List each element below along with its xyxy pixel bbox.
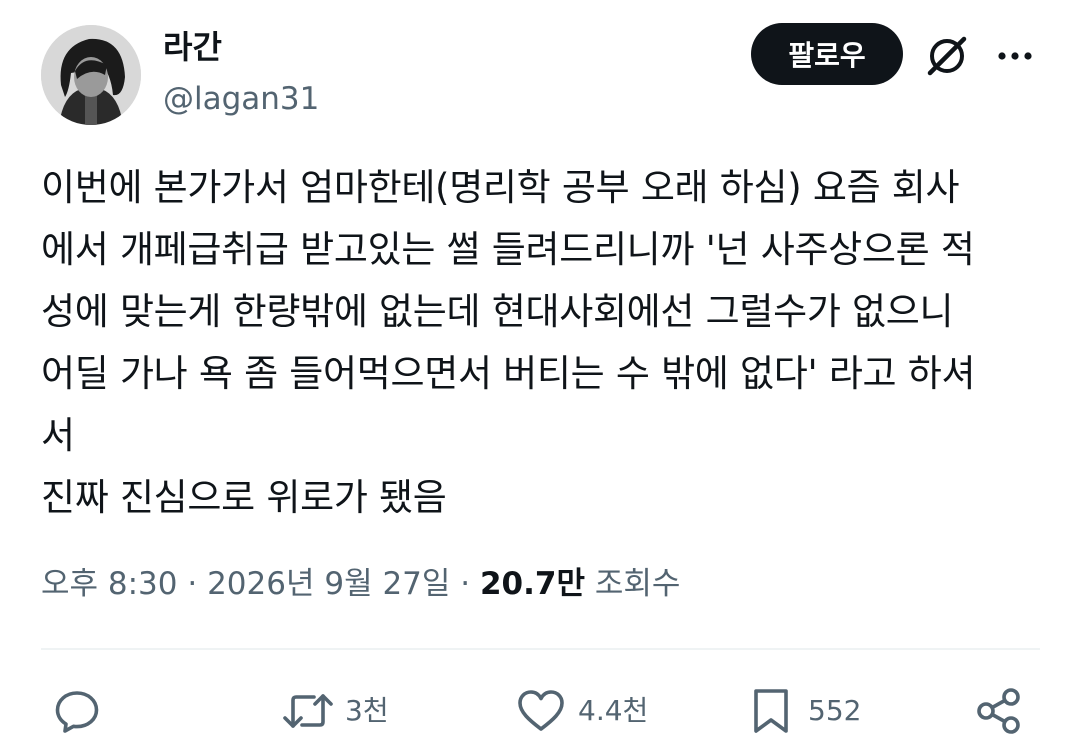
tweet-text: 이번에 본가가서 엄마한테(명리학 공부 오래 하심) 요즘 회사 에서 개페급… bbox=[41, 157, 1041, 529]
follow-button[interactable]: 팔로우 bbox=[751, 23, 903, 85]
reply-icon bbox=[55, 691, 99, 733]
views-label: 조회수 bbox=[594, 566, 681, 602]
share-icon bbox=[977, 688, 1020, 734]
tweet-text-line: 어딜 가나 욕 좀 들어먹으면서 버티는 수 밖에 없다' 라고 하셔 bbox=[41, 352, 976, 395]
tweet-metadata: 오후 8:30 · 2026년 9월 27일 · 20.7만 조회수 bbox=[41, 560, 680, 608]
grok-icon[interactable] bbox=[922, 31, 972, 81]
tweet-date[interactable]: 2026년 9월 27일 bbox=[207, 566, 450, 602]
tweet-text-line: 서 bbox=[41, 414, 75, 457]
views-count: 20.7만 bbox=[479, 566, 585, 602]
tweet-text-line: 성에 맞는게 한량밖에 없는데 현대사회에선 그럴수가 없으니 bbox=[41, 290, 954, 333]
bookmark-icon bbox=[754, 689, 788, 733]
retweet-icon bbox=[283, 694, 333, 728]
reply-button[interactable] bbox=[52, 683, 102, 739]
avatar-image bbox=[41, 25, 141, 125]
meta-separator: · bbox=[177, 566, 208, 602]
retweet-button[interactable]: 3천 bbox=[283, 683, 389, 739]
like-button[interactable]: 4.4천 bbox=[516, 683, 648, 739]
more-options-icon[interactable] bbox=[994, 36, 1036, 76]
author-name[interactable]: 라간 bbox=[163, 26, 222, 68]
bookmark-count: 552 bbox=[808, 694, 862, 727]
share-button[interactable] bbox=[974, 683, 1024, 739]
tweet-time[interactable]: 오후 8:30 bbox=[41, 566, 178, 602]
heart-icon bbox=[518, 690, 564, 731]
tweet-text-line: 진짜 진심으로 위로가 됐음 bbox=[41, 476, 447, 519]
retweet-count: 3천 bbox=[345, 694, 389, 727]
bookmark-button[interactable]: 552 bbox=[746, 683, 861, 739]
author-avatar[interactable] bbox=[41, 25, 141, 125]
meta-separator: · bbox=[450, 566, 480, 602]
author-handle[interactable]: @lagan31 bbox=[163, 78, 319, 120]
tweet-text-line: 이번에 본가가서 엄마한테(명리학 공부 오래 하심) 요즘 회사 bbox=[41, 166, 960, 209]
divider bbox=[41, 648, 1040, 650]
tweet-text-line: 에서 개페급취급 받고있는 썰 들려드리니까 '넌 사주상으론 적 bbox=[41, 228, 975, 271]
like-count: 4.4천 bbox=[578, 694, 649, 727]
